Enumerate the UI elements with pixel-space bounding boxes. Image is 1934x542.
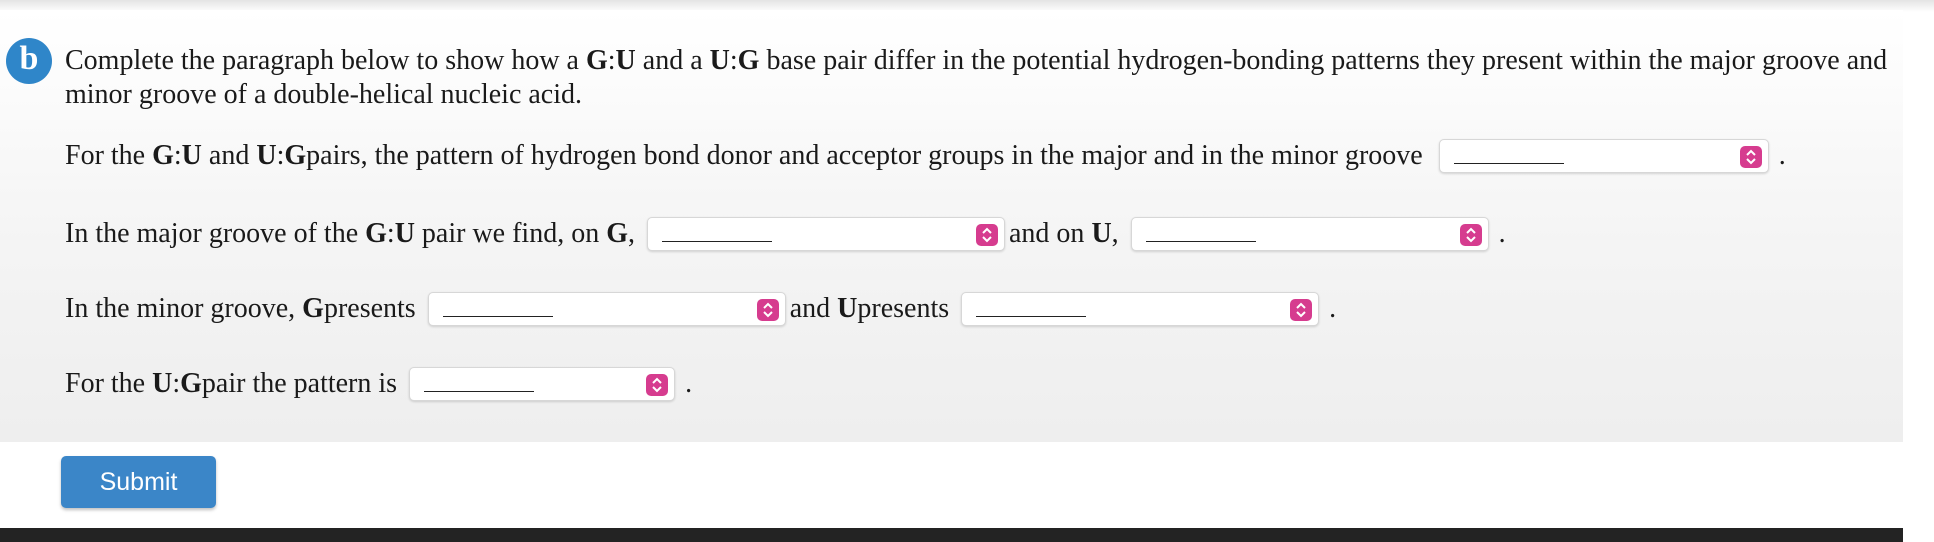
prompt-text: and a	[635, 45, 710, 76]
line-text: In the major groove of the	[65, 218, 359, 249]
select-blank	[662, 240, 772, 242]
line-bold: G	[606, 218, 628, 249]
prompt-bold: U	[615, 45, 636, 76]
line-text: :	[276, 140, 285, 171]
line-text: and	[208, 140, 250, 171]
line-text: pair the pattern is	[201, 368, 398, 399]
chevron-up-down-icon	[1290, 299, 1313, 321]
footer-bar	[0, 528, 1903, 542]
select-blank	[1453, 162, 1564, 164]
line-text: For the	[65, 140, 146, 171]
line-minor-groove: In the minor groove, G presents and U pr…	[65, 291, 1336, 327]
line-end: .	[1778, 140, 1786, 171]
line-bold: U	[152, 368, 173, 399]
select-blank	[1145, 240, 1256, 242]
line-text: For the	[65, 368, 146, 399]
ug-pattern-select[interactable]	[409, 367, 676, 401]
line-bold: U	[837, 293, 858, 324]
prompt-text: Complete the paragraph below to show how…	[65, 45, 586, 76]
major-groove-u-select[interactable]	[1130, 217, 1489, 251]
prompt-text: :	[607, 45, 616, 76]
chevron-up-down-icon	[646, 374, 669, 396]
prompt-bold: G	[737, 45, 760, 76]
chevron-up-down-icon	[976, 224, 998, 246]
minor-groove-g-select[interactable]	[427, 292, 786, 326]
question-prompt: Complete the paragraph below to show how…	[65, 44, 1895, 112]
line-text: :	[386, 218, 395, 249]
major-groove-g-select[interactable]	[647, 217, 1005, 251]
line-bold: G	[180, 368, 202, 399]
minor-groove-u-select[interactable]	[961, 292, 1320, 326]
line-text: presents	[323, 293, 416, 324]
line-text: ,	[1111, 218, 1119, 249]
line-bold: U	[1091, 218, 1112, 249]
line-bold: U	[181, 140, 202, 171]
line-ug-pattern: For the U:G pair the pattern is .	[65, 366, 692, 402]
line-text: In the minor groove,	[65, 293, 296, 324]
line-bold: U	[256, 140, 277, 171]
line-text: :	[172, 368, 181, 399]
line-end: .	[1498, 218, 1506, 249]
section-badge: b	[6, 38, 52, 84]
line-bold: U	[394, 218, 415, 249]
line-pattern: For the G:U and U:G pairs, the pattern o…	[65, 138, 1786, 174]
line-text: :	[173, 140, 182, 171]
line-end: .	[1329, 293, 1337, 324]
line-end: .	[685, 368, 693, 399]
chevron-up-down-icon	[1739, 146, 1762, 168]
chevron-up-down-icon	[756, 299, 779, 321]
select-blank	[424, 390, 535, 392]
line-bold: G	[152, 140, 174, 171]
submit-button[interactable]: Submit	[61, 456, 216, 508]
line-bold: G	[302, 293, 324, 324]
line-text: presents	[857, 293, 950, 324]
pattern-select[interactable]	[1438, 139, 1769, 173]
question-panel: b Complete the paragraph below to show h…	[0, 10, 1903, 442]
line-major-groove: In the major groove of the G:U pair we f…	[65, 216, 1506, 252]
prompt-text: :	[729, 45, 738, 76]
select-blank	[976, 315, 1087, 317]
prompt-bold: U	[709, 45, 730, 76]
line-bold: G	[365, 218, 387, 249]
prompt-bold: G	[585, 45, 608, 76]
line-text: pair we find, on	[421, 218, 600, 249]
line-text: and on	[1009, 218, 1085, 249]
line-text: pairs, the pattern of hydrogen bond dono…	[306, 140, 1423, 171]
line-text: ,	[628, 218, 635, 249]
line-bold: G	[284, 140, 307, 171]
line-text: and	[789, 293, 831, 324]
chevron-up-down-icon	[1459, 224, 1482, 246]
select-blank	[442, 315, 553, 317]
